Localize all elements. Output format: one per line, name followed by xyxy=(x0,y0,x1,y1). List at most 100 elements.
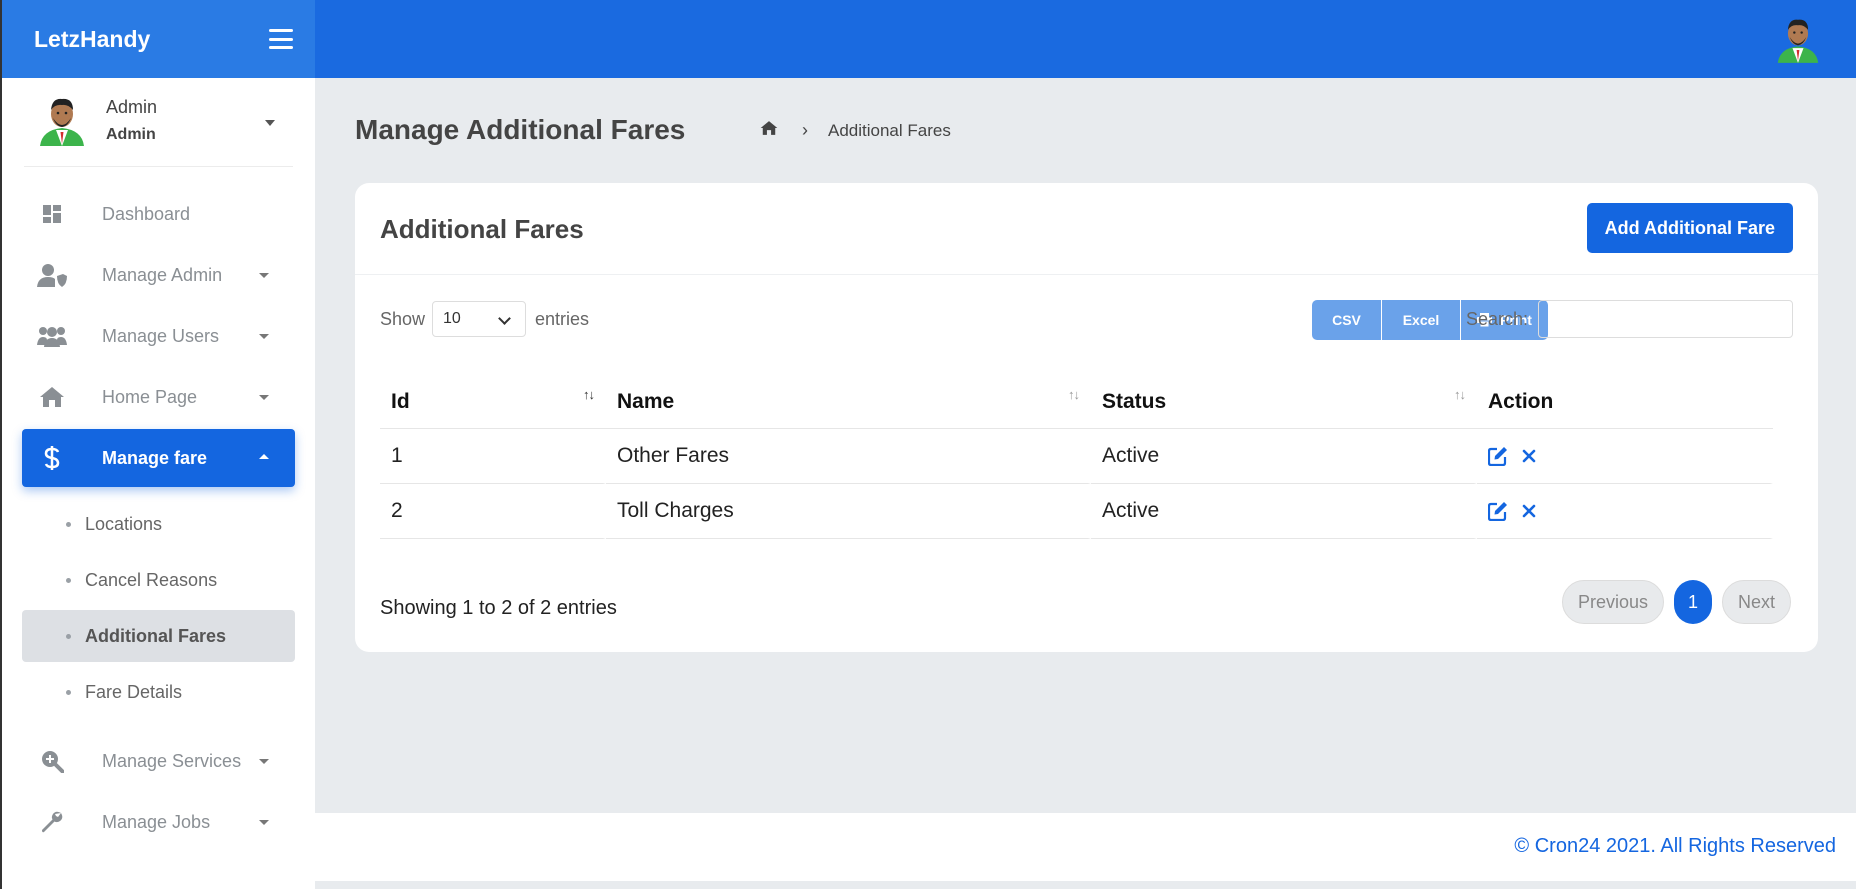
sidebar-item-manage-users[interactable]: Manage Users xyxy=(22,307,295,365)
next-button[interactable]: Next xyxy=(1721,580,1791,624)
chevron-down-icon xyxy=(259,759,269,764)
table-row: 1 Other Fares Active xyxy=(380,429,1773,484)
card-title: Additional Fares xyxy=(380,214,584,244)
search-plus-icon xyxy=(36,745,68,777)
entries-label: entries xyxy=(535,309,590,329)
avatar[interactable] xyxy=(1776,14,1820,64)
hamburger-menu-icon[interactable] xyxy=(269,29,293,49)
card-header: Additional Fares Add Additional Fare xyxy=(355,183,1818,275)
close-icon[interactable] xyxy=(1522,449,1536,463)
cell-id: 1 xyxy=(380,429,606,484)
sort-icon: ↑↓ xyxy=(583,387,595,402)
chevron-down-icon xyxy=(259,334,269,339)
chevron-down-icon xyxy=(259,273,269,278)
show-label: Show xyxy=(380,309,426,329)
cell-name: Toll Charges xyxy=(606,484,1091,539)
dollar-icon xyxy=(36,442,68,474)
avatar xyxy=(40,98,84,146)
cell-name: Other Fares xyxy=(606,429,1091,484)
sidebar-item-home-page[interactable]: Home Page xyxy=(22,368,295,426)
previous-button[interactable]: Previous xyxy=(1561,580,1664,624)
chevron-right-icon: › xyxy=(802,120,808,140)
pagination: Previous 1 Next xyxy=(1561,580,1791,624)
sidebar-item-label: Manage Services xyxy=(102,750,242,771)
bullet-icon xyxy=(66,521,71,527)
search-input[interactable] xyxy=(1538,300,1793,338)
cell-status: Active xyxy=(1091,429,1477,484)
user-caret-icon[interactable] xyxy=(265,120,275,126)
sidebar-nav: Dashboard Manage Admin Manage Users Home… xyxy=(2,167,315,851)
table-info: Showing 1 to 2 of 2 entries xyxy=(380,597,617,619)
home-icon xyxy=(36,381,68,413)
sidebar-subitem-label: Locations xyxy=(85,513,163,534)
sidebar-item-manage-services[interactable]: Manage Services xyxy=(22,732,295,790)
chevron-up-icon xyxy=(259,454,269,459)
add-additional-fare-button[interactable]: Add Additional Fare xyxy=(1586,203,1793,253)
manage-fare-submenu: Locations Cancel Reasons Additional Fare… xyxy=(2,490,315,732)
bullet-icon xyxy=(66,633,71,639)
sidebar-item-label: Manage Admin xyxy=(102,264,223,285)
sidebar-item-label: Manage Users xyxy=(102,325,220,346)
bullet-icon xyxy=(66,577,71,583)
sidebar-subitem-locations[interactable]: Locations xyxy=(22,498,295,550)
entries-select[interactable]: 10 xyxy=(432,301,526,337)
sidebar-item-manage-fare[interactable]: Manage fare xyxy=(22,429,295,487)
user-role: Admin xyxy=(106,125,156,143)
sidebar-item-label: Dashboard xyxy=(102,203,191,224)
sidebar-item-manage-jobs[interactable]: Manage Jobs xyxy=(22,793,295,851)
chevron-down-icon xyxy=(259,820,269,825)
search-wrap: Search: xyxy=(1466,300,1793,338)
close-icon[interactable] xyxy=(1522,504,1536,518)
cell-action xyxy=(1477,429,1773,484)
dashboard-icon xyxy=(36,198,68,230)
search-label: Search: xyxy=(1465,308,1528,329)
brand-name: LetzHandy xyxy=(34,25,151,52)
table-header-row: Id ↑↓ Name ↑↓ Status ↑↓ Action xyxy=(380,375,1773,429)
excel-button[interactable]: Excel xyxy=(1382,300,1461,340)
footer-copyright: © Cron24 2021. All Rights Reserved xyxy=(1514,835,1836,857)
wrench-icon xyxy=(36,806,68,838)
table-row: 2 Toll Charges Active xyxy=(380,484,1773,539)
user-name: Admin xyxy=(106,96,158,117)
user-panel[interactable]: Admin Admin xyxy=(24,78,293,167)
footer: © Cron24 2021. All Rights Reserved xyxy=(315,813,1856,881)
brand-bar: LetzHandy xyxy=(2,0,315,78)
cell-action xyxy=(1477,484,1773,539)
chevron-down-icon xyxy=(259,395,269,400)
edit-icon[interactable] xyxy=(1488,446,1508,466)
chevron-down-icon xyxy=(498,312,511,325)
cell-id: 2 xyxy=(380,484,606,539)
page-1-button[interactable]: 1 xyxy=(1673,580,1712,624)
users-icon xyxy=(36,320,68,352)
topbar xyxy=(315,0,1856,78)
sidebar-subitem-cancel-reasons[interactable]: Cancel Reasons xyxy=(22,554,295,606)
sidebar: LetzHandy Admin Admin Dashboard Manage A… xyxy=(0,0,315,889)
csv-button[interactable]: CSV xyxy=(1312,300,1382,340)
column-header-action: Action xyxy=(1477,375,1773,429)
entries-value: 10 xyxy=(443,310,461,327)
sort-icon: ↑↓ xyxy=(1068,387,1080,402)
sidebar-item-label: Manage Jobs xyxy=(102,811,211,832)
sidebar-subitem-label: Cancel Reasons xyxy=(85,569,218,590)
sidebar-item-label: Home Page xyxy=(102,386,198,407)
home-icon[interactable] xyxy=(760,120,778,141)
sidebar-item-dashboard[interactable]: Dashboard xyxy=(22,185,295,243)
page-title: Manage Additional Fares xyxy=(355,114,686,145)
breadcrumb-current: Additional Fares xyxy=(828,120,951,140)
sidebar-subitem-additional-fares[interactable]: Additional Fares xyxy=(22,610,295,662)
breadcrumb: › Additional Fares xyxy=(760,120,951,141)
column-header-name[interactable]: Name ↑↓ xyxy=(606,375,1091,429)
column-header-id[interactable]: Id ↑↓ xyxy=(380,375,606,429)
sidebar-subitem-label: Fare Details xyxy=(85,681,183,702)
cell-status: Active xyxy=(1091,484,1477,539)
sidebar-subitem-label: Additional Fares xyxy=(85,625,227,646)
sidebar-item-manage-admin[interactable]: Manage Admin xyxy=(22,246,295,304)
edit-icon[interactable] xyxy=(1488,501,1508,521)
additional-fares-card: Additional Fares Add Additional Fare Sho… xyxy=(355,183,1818,652)
sort-icon: ↑↓ xyxy=(1454,387,1466,402)
bullet-icon xyxy=(66,689,71,695)
additional-fares-table: Id ↑↓ Name ↑↓ Status ↑↓ Action 1 Other Fare… xyxy=(380,375,1773,539)
column-header-status[interactable]: Status ↑↓ xyxy=(1091,375,1477,429)
sidebar-item-label: Manage fare xyxy=(102,447,208,468)
sidebar-subitem-fare-details[interactable]: Fare Details xyxy=(22,666,295,718)
